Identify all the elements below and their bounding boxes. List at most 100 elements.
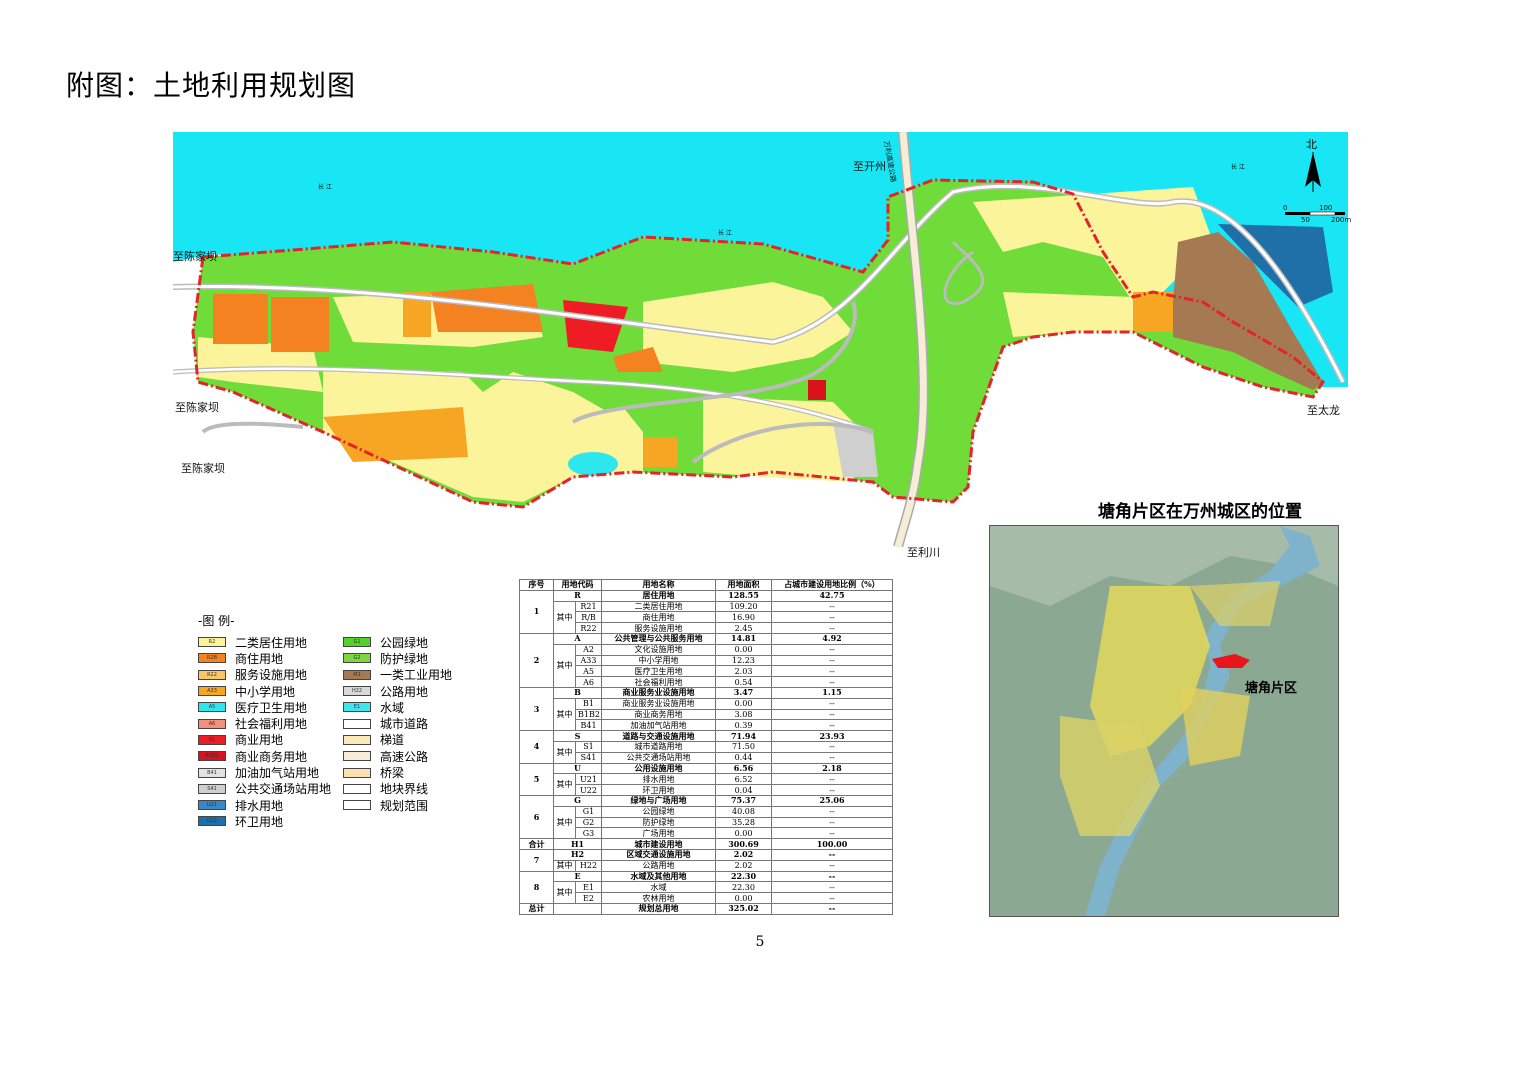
legend-label: 防护绿地 xyxy=(380,651,429,666)
table-cell: 128.55 xyxy=(715,589,772,602)
legend-item: B1B2 商业商务用地 xyxy=(198,748,331,764)
table-cell: 城市建设用地 xyxy=(601,838,716,850)
table-row: 其中 B1 商业服务业设施用地 0.00 -- xyxy=(520,697,893,732)
table-header: 用地代码 xyxy=(553,579,602,591)
table-row: 其中 U21 排水用地 6.52 -- xyxy=(520,773,893,796)
table-cell: 35.28 xyxy=(715,816,772,829)
legend-swatch xyxy=(343,718,371,729)
table-cell: S1 xyxy=(575,740,602,753)
table-cell: -- xyxy=(771,892,893,904)
table-cell: -- xyxy=(771,848,893,861)
scale-bar xyxy=(1285,211,1345,216)
table-row: B1B2 商业商务用地 3.08 -- xyxy=(520,708,893,721)
table-row: 4 S 道路与交通设施用地 71.94 23.93 xyxy=(519,730,893,764)
legend-label: 地块界线 xyxy=(380,782,429,797)
table-cell: 25.06 xyxy=(771,794,893,807)
table-cell: H2 xyxy=(553,848,602,861)
table-cell: 5 xyxy=(519,762,554,796)
table-cell: G2 xyxy=(575,816,602,829)
table-cell: H22 xyxy=(575,859,602,872)
table-cell: A6 xyxy=(575,676,602,688)
legend-label: 一类工业用地 xyxy=(380,668,453,683)
inset-map-drawing xyxy=(990,526,1338,916)
table-cell: -- xyxy=(771,740,893,753)
table-cell: 2 xyxy=(519,632,554,688)
river-label: 长 江 xyxy=(718,230,732,237)
legend-item: B41 加油加气站用地 xyxy=(198,764,331,780)
legend-item: R2 二类居住用地 xyxy=(198,634,331,650)
legend-item: R2B 商住用地 xyxy=(198,650,331,666)
legend-item: A33 中小学用地 xyxy=(198,683,331,699)
table-cell: 22.30 xyxy=(715,870,772,883)
table-cell: 公共管理与公共服务用地 xyxy=(601,632,716,645)
legend-swatch xyxy=(343,767,371,778)
table-cell: 3 xyxy=(519,686,554,732)
table-cell: 总计 xyxy=(519,902,554,915)
table-cell: 规划总用地 xyxy=(601,902,716,915)
table-cell: 8 xyxy=(519,870,554,904)
place-label: 至利川 xyxy=(907,546,940,559)
legend-item: 高速公路 xyxy=(343,748,452,764)
table-cell: -- xyxy=(771,902,893,915)
legend-item: G1 公园绿地 xyxy=(343,634,452,650)
table-cell: A2 xyxy=(575,643,602,656)
table-cell: A xyxy=(553,632,602,645)
table-cell: -- xyxy=(771,859,893,872)
table-cell: R/B xyxy=(575,611,602,624)
table-cell: 2.02 xyxy=(715,848,772,861)
table-cell: 109.20 xyxy=(715,600,772,613)
inset-label: 塘角片区 xyxy=(1245,681,1298,696)
legend-swatch xyxy=(343,751,371,762)
legend-label: 中小学用地 xyxy=(235,684,296,699)
table-cell: 7 xyxy=(519,848,554,872)
table-header: 序号 xyxy=(519,579,554,591)
table-cell: 环卫用地 xyxy=(601,784,716,796)
table-cell: -- xyxy=(771,611,893,624)
table-cell: 服务设施用地 xyxy=(601,622,716,634)
table-cell: 12.23 xyxy=(715,654,772,667)
table-cell: 其中 xyxy=(553,859,576,872)
legend-item: A5 医疗卫生用地 xyxy=(198,699,331,715)
table-cell: 0.00 xyxy=(715,697,772,710)
table-row: S41 公共交通场站用地 0.44 -- xyxy=(520,751,893,764)
table-cell: 71.50 xyxy=(715,740,772,753)
table-cell: 其中 xyxy=(553,643,576,688)
table-cell: G xyxy=(553,794,602,807)
inset-location-map: 塘角片区 xyxy=(989,525,1339,917)
legend-swatch: G1 xyxy=(343,637,371,648)
table-cell: 防护绿地 xyxy=(601,816,716,829)
table-cell: 公路用地 xyxy=(601,859,716,872)
table-cell: H1 xyxy=(553,838,602,850)
table-cell: U22 xyxy=(575,784,602,796)
table-cell: 23.93 xyxy=(771,730,893,742)
legend-label: 二类居住用地 xyxy=(235,635,308,650)
table-cell: 6 xyxy=(519,794,554,840)
table-cell: 绿地与广场用地 xyxy=(601,794,716,807)
table-row: 其中 S1 城市道路用地 71.50 -- xyxy=(520,740,893,764)
legend-label: 商业用地 xyxy=(235,733,284,748)
legend-item: U21 排水用地 xyxy=(198,797,331,813)
table-cell: 0.44 xyxy=(715,751,772,764)
table-row: E2 农林用地 0.00 -- xyxy=(520,892,893,904)
table-cell: 16.90 xyxy=(715,611,772,624)
table-cell: -- xyxy=(771,805,893,818)
table-cell xyxy=(553,902,602,915)
scale-tick: 0 xyxy=(1283,204,1288,212)
table-row: 2 A 公共管理与公共服务用地 14.81 4.92 xyxy=(519,632,893,688)
land-use-table: 序号 用地代码 用地名称 用地面积 占城市建设用地比例（%） 1 R 居住用地 128… xyxy=(519,579,893,915)
legend-swatch: B1B2 xyxy=(198,751,226,762)
legend-swatch: M1 xyxy=(343,669,371,680)
legend-item: U22 环卫用地 xyxy=(198,813,331,829)
table-cell: B1B2 xyxy=(575,708,602,721)
table-cell: G3 xyxy=(575,827,602,840)
table-header: 占城市建设用地比例（%） xyxy=(771,579,893,591)
legend-item: R22 服务设施用地 xyxy=(198,667,331,683)
table-cell: 加油加气站用地 xyxy=(601,719,716,732)
legend-label: 规划范围 xyxy=(380,798,429,813)
table-cell: 城市道路用地 xyxy=(601,740,716,753)
table-cell: B1 xyxy=(575,697,602,710)
table-cell: -- xyxy=(771,676,893,688)
table-cell: -- xyxy=(771,643,893,656)
legend-swatch: A5 xyxy=(198,702,226,713)
table-row: 其中 R21 二类居住用地 109.20 -- xyxy=(520,600,893,634)
